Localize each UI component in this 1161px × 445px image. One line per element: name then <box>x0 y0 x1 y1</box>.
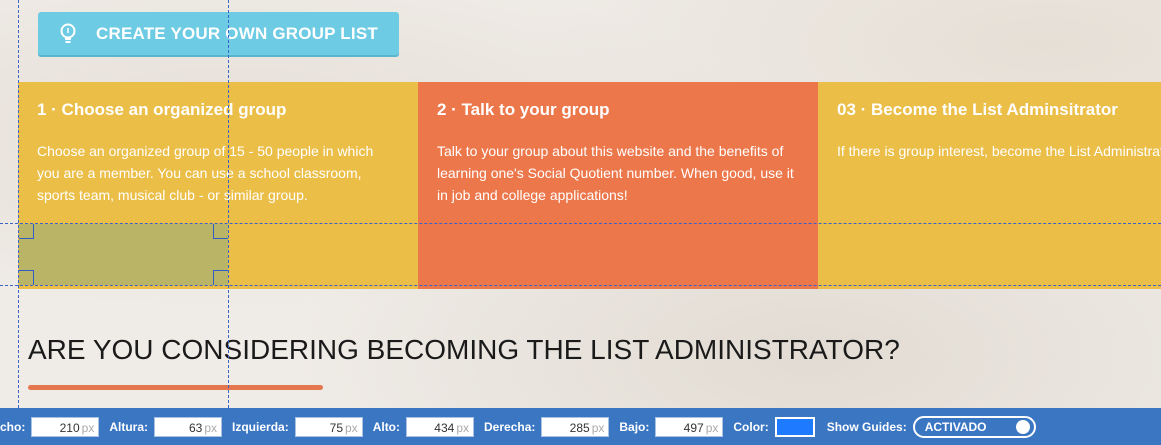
toggle-state-label: ACTIVADO <box>924 419 987 434</box>
selection-handle-top-left[interactable] <box>19 224 34 239</box>
selection-handle-bottom-left[interactable] <box>19 270 34 285</box>
width-field[interactable]: 210 px <box>31 416 100 437</box>
create-group-list-label: CREATE YOUR OWN GROUP LIST <box>96 23 378 43</box>
measure-toolbar: cho: 210 px Altura: 63 px Izquierda: 75 px … <box>0 408 1161 445</box>
guide-line-top <box>0 223 1161 224</box>
step-card-2: 2 · Talk to your group Talk to your grou… <box>418 82 818 289</box>
guide-line-bottom <box>0 285 1161 286</box>
height-label: Altura: <box>109 419 149 434</box>
guide-line-right <box>228 0 229 408</box>
toggle-knob <box>1015 419 1030 434</box>
section-heading: ARE YOU CONSIDERING BECOMING THE LIST AD… <box>28 334 900 365</box>
selection-handle-bottom-right[interactable] <box>213 270 228 285</box>
color-swatch[interactable] <box>774 416 815 437</box>
step-title: 2 · Talk to your group <box>437 100 610 119</box>
lightbulb-icon <box>60 22 80 46</box>
bottom-label: Bajo: <box>619 419 650 434</box>
right-label: Derecha: <box>484 419 536 434</box>
step-card-3: 03 · Become the List Adminsitrator If th… <box>818 82 1161 289</box>
right-field[interactable]: 285 px <box>541 416 610 437</box>
heading-underline <box>28 385 323 390</box>
step-text: If there is group interest, become the L… <box>837 143 1161 159</box>
step-title: 1 · Choose an organized group <box>37 100 287 119</box>
width-label: cho: <box>0 419 26 434</box>
top-field[interactable]: 434 px <box>406 416 475 437</box>
show-guides-toggle[interactable]: ACTIVADO <box>912 415 1036 438</box>
step-text: Choose an organized group of 15 - 50 peo… <box>37 143 374 203</box>
step-title: 03 · Become the List Adminsitrator <box>837 100 1118 119</box>
selection-handle-top-right[interactable] <box>213 224 228 239</box>
create-group-list-button[interactable]: CREATE YOUR OWN GROUP LIST <box>38 12 399 55</box>
step-text: Talk to your group about this website an… <box>437 143 794 203</box>
color-label: Color: <box>733 419 769 434</box>
height-field[interactable]: 63 px <box>154 416 223 437</box>
left-label: Izquierda: <box>232 419 289 434</box>
bottom-field[interactable]: 497 px <box>655 416 724 437</box>
measure-selection-box[interactable] <box>19 224 228 285</box>
left-field[interactable]: 75 px <box>294 416 363 437</box>
guide-line-left <box>18 0 19 408</box>
show-guides-label: Show Guides: <box>826 419 907 434</box>
top-label: Alto: <box>372 419 401 434</box>
